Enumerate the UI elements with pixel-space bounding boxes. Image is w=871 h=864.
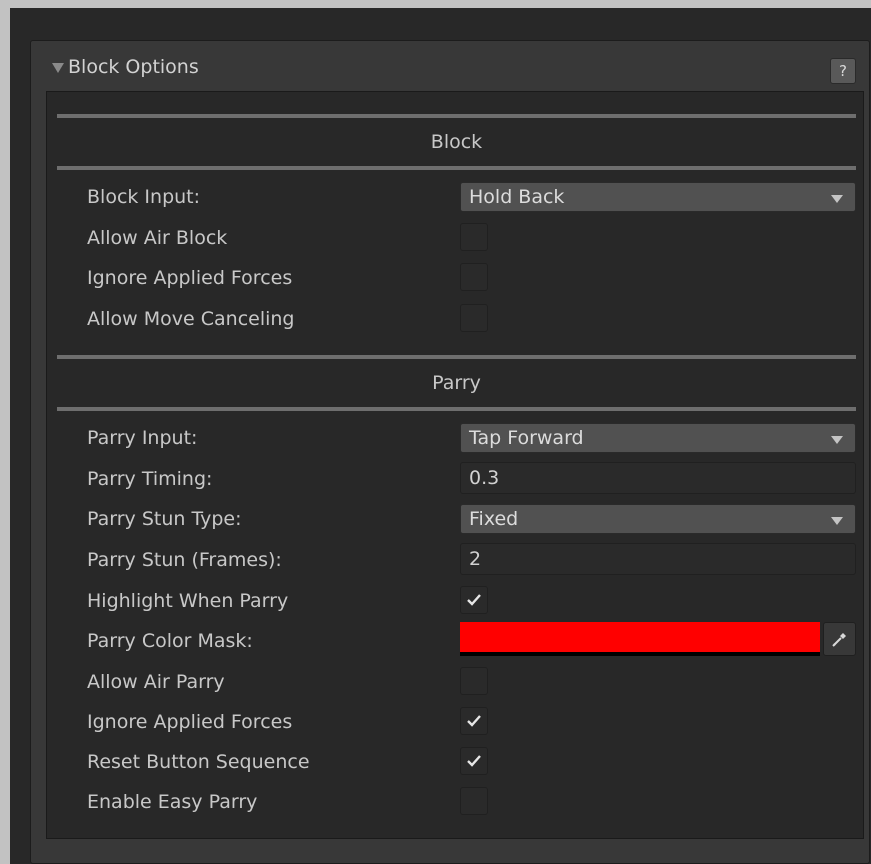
parry-timing-label: Parry Timing: xyxy=(87,468,213,490)
section-divider-bottom xyxy=(57,166,856,170)
highlight-when-parry-checkbox[interactable] xyxy=(460,586,488,614)
parry-stun-frames-label: Parry Stun (Frames): xyxy=(87,549,282,571)
reset-button-sequence-checkbox[interactable] xyxy=(460,747,488,775)
allow-move-canceling-label: Allow Move Canceling xyxy=(87,308,295,330)
parry-color-mask-label: Parry Color Mask: xyxy=(87,630,253,652)
block-ignore-applied-forces-checkbox[interactable] xyxy=(460,263,488,291)
reset-button-sequence-label: Reset Button Sequence xyxy=(87,751,310,773)
parry-stun-type-value: Fixed xyxy=(469,508,519,530)
allow-air-parry-checkbox[interactable] xyxy=(460,667,488,695)
block-input-label: Block Input: xyxy=(87,186,201,208)
block-options-foldout[interactable]: Block Options xyxy=(52,50,199,84)
highlight-when-parry-label: Highlight When Parry xyxy=(87,590,289,612)
section-divider-bottom xyxy=(57,407,856,411)
parry-section-title: Parry xyxy=(432,372,481,394)
allow-air-block-checkbox[interactable] xyxy=(460,223,488,251)
enable-easy-parry-checkbox[interactable] xyxy=(460,787,488,815)
section-divider-top xyxy=(57,114,856,118)
eyedropper-button[interactable] xyxy=(823,622,856,656)
parry-ignore-applied-forces-checkbox[interactable] xyxy=(460,707,488,735)
parry-stun-type-dropdown[interactable]: Fixed xyxy=(460,504,856,534)
parry-stun-frames-value: 2 xyxy=(469,548,482,570)
parry-timing-field[interactable]: 0.3 xyxy=(460,462,856,494)
eyedropper-icon xyxy=(831,633,846,647)
parry-color-mask-swatch[interactable] xyxy=(460,622,820,656)
section-divider-top xyxy=(57,355,856,359)
block-input-dropdown[interactable]: Hold Back xyxy=(460,182,856,212)
enable-easy-parry-label: Enable Easy Parry xyxy=(87,791,258,813)
allow-air-parry-label: Allow Air Parry xyxy=(87,671,225,693)
parry-input-label: Parry Input: xyxy=(87,427,198,449)
allow-air-block-label: Allow Air Block xyxy=(87,227,228,249)
parry-stun-type-label: Parry Stun Type: xyxy=(87,508,242,530)
chevron-down-icon xyxy=(831,436,843,444)
parry-input-dropdown[interactable]: Tap Forward xyxy=(460,423,856,453)
checkmark-icon xyxy=(467,755,481,767)
block-section-title: Block xyxy=(430,131,483,153)
parry-stun-frames-field[interactable]: 2 xyxy=(460,543,856,575)
parry-timing-value: 0.3 xyxy=(469,467,500,489)
triangle-down-icon[interactable] xyxy=(52,63,64,73)
chevron-down-icon xyxy=(831,195,843,203)
checkmark-icon xyxy=(467,594,481,606)
chevron-down-icon xyxy=(831,517,843,525)
checkmark-icon xyxy=(467,715,481,727)
foldout-title: Block Options xyxy=(68,56,199,78)
block-ignore-applied-forces-label: Ignore Applied Forces xyxy=(87,267,293,289)
block-input-value: Hold Back xyxy=(469,186,565,208)
parry-ignore-applied-forces-label: Ignore Applied Forces xyxy=(87,711,293,733)
help-button[interactable]: ? xyxy=(830,58,856,84)
allow-move-canceling-checkbox[interactable] xyxy=(460,304,488,332)
parry-input-value: Tap Forward xyxy=(469,427,584,449)
